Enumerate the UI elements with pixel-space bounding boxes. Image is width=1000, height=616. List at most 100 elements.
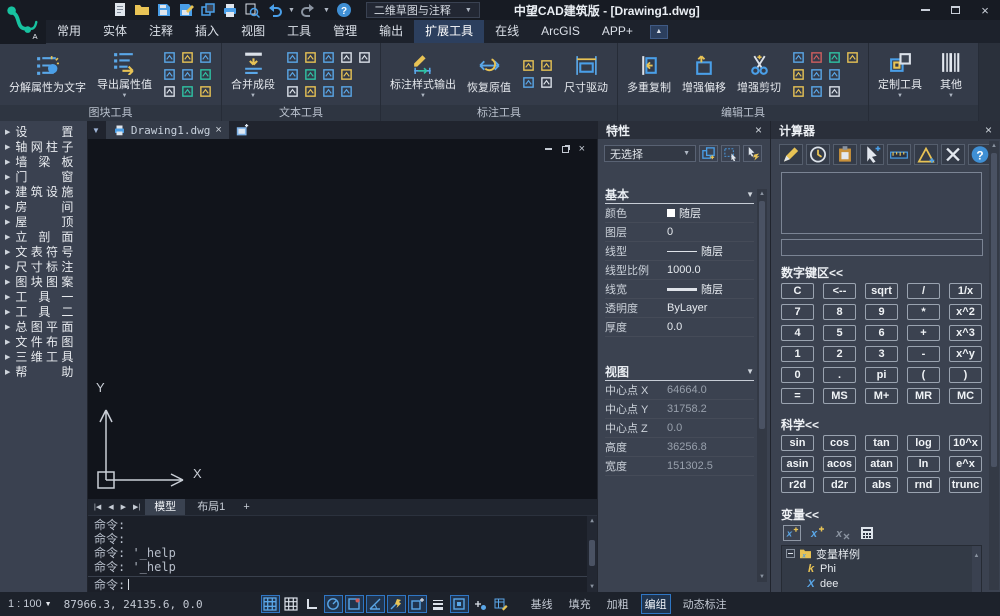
variables-tree-root[interactable]: x变量样例 xyxy=(782,546,981,561)
selection-dropdown[interactable]: 无选择 ▼ xyxy=(604,145,696,162)
polar-icon[interactable] xyxy=(324,595,343,613)
ribbon-small-icon[interactable] xyxy=(339,67,354,82)
ribbon-small-icon[interactable] xyxy=(162,84,177,99)
ribbon-small-icon[interactable] xyxy=(791,84,806,99)
calculator-input[interactable] xyxy=(781,239,983,256)
save-icon[interactable] xyxy=(156,2,172,18)
property-row[interactable]: 颜色随层 xyxy=(605,204,754,223)
property-row[interactable]: 透明度ByLayer xyxy=(605,299,754,318)
ribbon-small-icon[interactable] xyxy=(198,67,213,82)
property-row[interactable]: 中心点 Y31758.2 xyxy=(605,400,754,419)
sidebar-item[interactable]: ▶屋顶 xyxy=(0,214,87,229)
preview-icon[interactable] xyxy=(244,2,260,18)
ribbon-small-icon[interactable] xyxy=(180,67,195,82)
layout-nav-prev-icon[interactable]: ◀ xyxy=(106,503,115,511)
calc-key[interactable]: M+ xyxy=(865,388,898,404)
calculator-scrollbar[interactable]: ▲ xyxy=(989,141,999,590)
snap-icon[interactable] xyxy=(261,595,280,613)
delete-variable-icon[interactable]: x xyxy=(833,525,851,541)
calc-key[interactable]: 5 xyxy=(823,325,856,341)
calc-key[interactable]: 1/x xyxy=(949,283,982,299)
sidebar-item[interactable]: ▶门窗 xyxy=(0,169,87,184)
ribbon-tab-11[interactable]: APP+ xyxy=(591,20,644,43)
calc-key[interactable]: C xyxy=(781,283,814,299)
calc-key[interactable]: sqrt xyxy=(865,283,898,299)
calc-key[interactable]: * xyxy=(907,304,940,320)
ribbon-small-icon[interactable] xyxy=(809,84,824,99)
ribbon-small-icon[interactable] xyxy=(827,67,842,82)
calc-key[interactable]: MC xyxy=(949,388,982,404)
sidebar-item[interactable]: ▶工具一 xyxy=(0,289,87,304)
sidebar-item[interactable]: ▶尺寸标注 xyxy=(0,259,87,274)
calc-key[interactable]: 10^x xyxy=(949,435,982,451)
property-row[interactable]: 宽度151302.5 xyxy=(605,457,754,476)
new-document-button[interactable] xyxy=(235,124,250,137)
calc-key[interactable]: sin xyxy=(781,435,814,451)
ribbon-small-icon[interactable] xyxy=(321,50,336,65)
status-toggle[interactable]: 加粗 xyxy=(603,594,633,614)
ribbon-small-icon[interactable] xyxy=(321,67,336,82)
property-section-header[interactable]: 视图▼ xyxy=(605,363,754,381)
ribbon-small-icon[interactable] xyxy=(285,50,300,65)
properties-close-icon[interactable]: × xyxy=(755,123,762,137)
undo-dropdown-icon[interactable]: ▼ xyxy=(288,7,295,14)
scale-selector[interactable]: 1 : 100 ▼ xyxy=(8,598,52,610)
ribbon-button[interactable]: 导出属性值▼ xyxy=(93,49,156,100)
ribbon-small-icon[interactable] xyxy=(539,58,554,73)
ribbon-tab-1[interactable]: 实体 xyxy=(92,20,138,43)
calc-key[interactable]: ln xyxy=(907,456,940,472)
minimize-button[interactable] xyxy=(910,0,940,20)
scroll-up-icon[interactable]: ▲ xyxy=(974,553,980,559)
calc-key[interactable]: / xyxy=(907,283,940,299)
calc-key[interactable]: 8 xyxy=(823,304,856,320)
ribbon-small-icon[interactable] xyxy=(539,75,554,90)
calc-key[interactable]: 3 xyxy=(865,346,898,362)
workspace-switcher[interactable]: 二维草图与注释 ▼ xyxy=(366,2,480,18)
calc-key[interactable]: - xyxy=(907,346,940,362)
paste-to-command-icon[interactable] xyxy=(833,144,857,165)
status-toggle[interactable]: 编组 xyxy=(641,594,671,614)
redo-icon[interactable] xyxy=(301,2,317,18)
calc-key[interactable]: rnd xyxy=(907,477,940,493)
ribbon-small-icon[interactable] xyxy=(180,50,195,65)
property-row[interactable]: 图层0 xyxy=(605,223,754,242)
edit-expression-icon[interactable] xyxy=(779,144,803,165)
ribbon-small-icon[interactable] xyxy=(827,50,842,65)
calc-key[interactable]: ( xyxy=(907,367,940,383)
document-list-dropdown-icon[interactable]: ▼ xyxy=(92,126,100,135)
ribbon-small-icon[interactable] xyxy=(521,75,536,90)
ribbon-button[interactable]: 合并成段▼ xyxy=(227,49,279,100)
calc-key[interactable]: x^2 xyxy=(949,304,982,320)
sidebar-item[interactable]: ▶墙梁板 xyxy=(0,154,87,169)
history-icon[interactable] xyxy=(806,144,830,165)
edit-variable-icon[interactable]: x xyxy=(808,525,826,541)
add-layout-button[interactable]: + xyxy=(237,501,255,513)
layout-nav-next-icon[interactable]: ▶ xyxy=(119,503,128,511)
ribbon-small-icon[interactable] xyxy=(198,50,213,65)
open-icon[interactable] xyxy=(134,2,150,18)
calc-key[interactable]: MR xyxy=(907,388,940,404)
get-coordinates-icon[interactable] xyxy=(860,144,884,165)
sidebar-item[interactable]: ▶图块图案 xyxy=(0,274,87,289)
variables-section-label[interactable]: 变量<< xyxy=(781,506,990,523)
copy-icon[interactable] xyxy=(200,2,216,18)
drawing-minimize-button[interactable] xyxy=(545,144,552,154)
ribbon-tab-8[interactable]: 扩展工具 xyxy=(414,20,484,43)
ribbon-small-icon[interactable] xyxy=(791,67,806,82)
ribbon-small-icon[interactable] xyxy=(357,50,372,65)
maximize-button[interactable] xyxy=(940,0,970,20)
calc-key[interactable]: r2d xyxy=(781,477,814,493)
calc-key[interactable]: d2r xyxy=(823,477,856,493)
ribbon-button[interactable]: 分解属性为文字 xyxy=(5,52,90,96)
sidebar-item[interactable]: ▶设置 xyxy=(0,124,87,139)
ribbon-small-icon[interactable] xyxy=(285,67,300,82)
table-edit-icon[interactable] xyxy=(492,595,511,613)
ribbon-tab-9[interactable]: 在线 xyxy=(484,20,530,43)
delete-icon[interactable] xyxy=(941,144,965,165)
calculator-variable-icon[interactable] xyxy=(858,525,876,541)
layout-nav-last-icon[interactable]: ▶| xyxy=(131,503,142,511)
property-row[interactable]: 线型随层 xyxy=(605,242,754,261)
calc-key[interactable]: abs xyxy=(865,477,898,493)
calc-key[interactable]: + xyxy=(907,325,940,341)
ribbon-small-icon[interactable] xyxy=(827,84,842,99)
